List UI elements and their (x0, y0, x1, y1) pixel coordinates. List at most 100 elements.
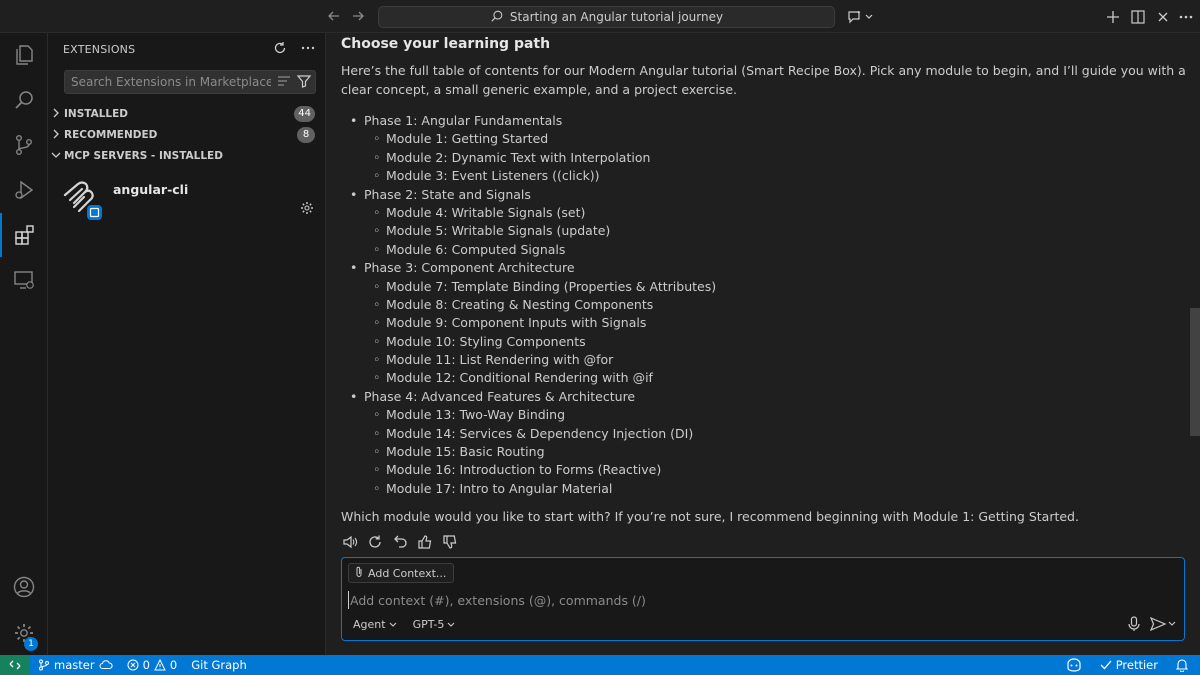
response-outro: Which module would you like to start wit… (341, 509, 1079, 524)
extension-search-box (64, 70, 316, 94)
filter-icon[interactable] (296, 74, 312, 92)
paperclip-icon (354, 566, 364, 581)
sync-cloud-icon (99, 660, 113, 669)
response-actions (341, 533, 459, 551)
prettier-status[interactable]: Prettier (1100, 658, 1158, 672)
refresh-icon[interactable] (273, 41, 287, 59)
agent-mode-label: Agent (353, 618, 386, 631)
problems-indicator[interactable]: 0 0 (127, 658, 178, 672)
chevron-down-icon (389, 622, 396, 627)
run-debug-icon[interactable] (0, 168, 48, 212)
account-icon[interactable] (0, 565, 48, 609)
search-view-icon[interactable] (0, 78, 48, 122)
section-recommended[interactable]: RECOMMENDED 8 (48, 125, 326, 145)
module-item: Module 11: List Rendering with @for (341, 351, 1186, 370)
error-icon (127, 659, 139, 671)
source-control-icon[interactable] (0, 123, 48, 167)
command-center[interactable]: Starting an Angular tutorial journey (378, 6, 835, 28)
module-item: Module 12: Conditional Rendering with @i… (341, 369, 1186, 388)
module-item: Module 5: Writable Signals (update) (341, 222, 1186, 241)
title-bar: Starting an Angular tutorial journey (0, 0, 1200, 33)
check-icon (1100, 660, 1112, 670)
add-context-button[interactable]: Add Context... (348, 563, 455, 583)
settings-gear-icon[interactable]: 1 (0, 611, 48, 655)
module-item: Module 7: Template Binding (Properties &… (341, 278, 1186, 297)
module-item: Module 8: Creating & Nesting Components (341, 296, 1186, 315)
git-graph-label: Git Graph (191, 658, 247, 672)
module-item: Module 17: Intro to Angular Material (341, 480, 1186, 499)
module-item: Module 6: Computed Signals (341, 241, 1186, 260)
settings-badge: 1 (24, 637, 38, 651)
search-icon (490, 9, 504, 26)
section-label: MCP SERVERS - INSTALLED (64, 150, 223, 162)
notifications-bell-icon[interactable] (1176, 658, 1188, 672)
module-item: Module 4: Writable Signals (set) (341, 204, 1186, 223)
thumbs-up-icon[interactable] (416, 533, 434, 551)
agent-mode-dropdown[interactable]: Agent (353, 618, 397, 631)
model-picker-dropdown[interactable]: GPT-5 (413, 618, 456, 631)
response-intro: Here’s the full table of contents for ou… (341, 63, 1186, 97)
chevron-down-icon (48, 151, 64, 162)
close-icon[interactable] (1153, 7, 1173, 27)
new-chat-icon[interactable] (1103, 7, 1123, 27)
error-count: 0 (142, 658, 150, 672)
extension-search-input[interactable] (71, 74, 271, 90)
mcp-server-logo-icon (62, 181, 102, 221)
branch-name: master (54, 658, 95, 672)
prettier-label: Prettier (1115, 658, 1158, 672)
read-aloud-icon[interactable] (341, 533, 359, 551)
module-item: Module 15: Basic Routing (341, 443, 1186, 462)
recommended-count-badge: 8 (297, 127, 315, 143)
activity-bar: 1 (0, 33, 48, 655)
sidebar-title: EXTENSIONS (63, 43, 136, 56)
section-installed[interactable]: INSTALLED 44 (48, 104, 326, 124)
arrow-left-icon[interactable] (325, 8, 343, 26)
microphone-icon[interactable] (1128, 616, 1140, 636)
copilot-status-icon[interactable] (1066, 658, 1082, 672)
module-item: Module 16: Introduction to Forms (Reacti… (341, 461, 1186, 480)
copilot-chat-icon[interactable] (845, 7, 875, 27)
section-label: INSTALLED (64, 108, 128, 120)
more-actions-icon[interactable] (1176, 7, 1196, 27)
explorer-icon[interactable] (0, 33, 48, 77)
phase-item: Phase 1: Angular Fundamentals (341, 112, 1186, 131)
more-actions-icon[interactable] (301, 41, 315, 59)
chat-panel: Choose your learning path Here’s the ful… (326, 33, 1200, 655)
chat-prompt-input[interactable] (348, 591, 1048, 609)
remote-explorer-icon[interactable] (0, 258, 48, 302)
retry-icon[interactable] (366, 533, 384, 551)
remote-icon (9, 660, 21, 670)
clear-filter-icon[interactable] (277, 74, 291, 92)
git-branch-icon (39, 659, 49, 671)
extension-item-angular-cli[interactable]: angular-cli (48, 173, 326, 233)
response-heading: Choose your learning path (341, 36, 551, 52)
chevron-right-icon (48, 129, 64, 142)
module-item: Module 13: Two-Way Binding (341, 406, 1186, 425)
section-mcp-servers[interactable]: MCP SERVERS - INSTALLED (48, 146, 326, 166)
toggle-panel-icon[interactable] (1128, 7, 1148, 27)
phase-item: Phase 4: Advanced Features & Architectur… (341, 388, 1186, 407)
arrow-right-icon[interactable] (349, 8, 367, 26)
extension-name: angular-cli (113, 182, 189, 197)
model-label: GPT-5 (412, 618, 445, 631)
module-item: Module 2: Dynamic Text with Interpolatio… (341, 149, 1186, 168)
thumbs-down-icon[interactable] (441, 533, 459, 551)
phase-item: Phase 3: Component Architecture (341, 259, 1186, 278)
remote-indicator[interactable] (0, 655, 30, 675)
phase-item: Phase 2: State and Signals (341, 186, 1186, 205)
undo-icon[interactable] (391, 533, 409, 551)
manage-gear-icon[interactable] (300, 201, 314, 219)
extensions-sidebar: EXTENSIONS INSTALLED 44 RECOMMENDED (48, 33, 326, 655)
module-item: Module 1: Getting Started (341, 130, 1186, 149)
chevron-down-icon (448, 622, 455, 627)
installed-count-badge: 44 (294, 106, 315, 122)
table-of-contents: Phase 1: Angular Fundamentals Module 1: … (341, 112, 1186, 499)
branch-indicator[interactable]: master (38, 658, 113, 672)
extensions-icon[interactable] (0, 213, 48, 257)
send-button[interactable] (1149, 616, 1176, 635)
chat-scrollbar[interactable] (1190, 308, 1200, 436)
git-graph-button[interactable]: Git Graph (191, 658, 247, 672)
status-bar: master 0 0 Git Graph Prettier (0, 655, 1200, 675)
module-item: Module 3: Event Listeners ((click)) (341, 167, 1186, 186)
warning-count: 0 (169, 658, 178, 672)
